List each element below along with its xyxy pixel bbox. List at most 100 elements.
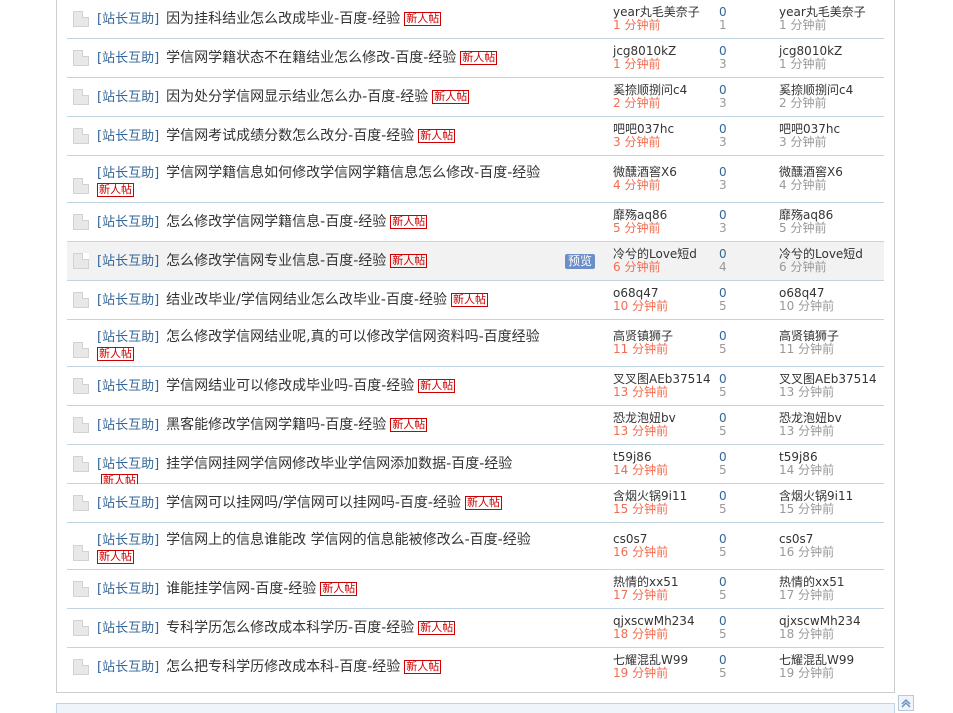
thread-row[interactable]: [站长互助] 因为挂科结业怎么改成毕业-百度-经验 新人帖 year丸毛美奈子 1 分钟…	[67, 0, 884, 39]
view-count: 5	[719, 342, 727, 356]
thread-category-link[interactable]: [站长互助]	[97, 418, 159, 433]
thread-author-cell: qjxscwMh234 18 分钟前	[613, 615, 733, 641]
thread-row[interactable]: [站长互助] 怎么修改学信网结业呢,真的可以修改学信网资料吗-百度经验 新人帖 高贤镇…	[67, 320, 884, 367]
preview-button[interactable]: 预览	[565, 254, 595, 269]
thread-title-link[interactable]: 专科学历怎么修改成本科学历-百度-经验	[166, 620, 414, 636]
pagination-bar	[56, 703, 895, 713]
last-post-time[interactable]: 13 分钟前	[779, 386, 889, 399]
thread-category-link[interactable]: [站长互助]	[97, 533, 159, 548]
thread-category-link[interactable]: [站长互助]	[97, 582, 159, 597]
thread-stats-cell: 05	[719, 533, 739, 559]
thread-row[interactable]: [站长互助] 学信网上的信息谁能改 学信网的信息能被修改么-百度-经验 新人帖 cs0…	[67, 523, 884, 570]
thread-author-cell: 冷兮的Love短d 6 分钟前	[613, 248, 733, 274]
thread-category-link[interactable]: [站长互助]	[97, 379, 159, 394]
thread-row[interactable]: [站长互助] 学信网学籍信息如何修改学信网学籍信息怎么修改-百度-经验新人帖 微醺酒…	[67, 156, 884, 203]
thread-title-link[interactable]: 因为处分学信网显示结业怎么办-百度-经验	[166, 89, 428, 105]
last-post-time[interactable]: 11 分钟前	[779, 343, 889, 356]
thread-title-link[interactable]: 谁能挂学信网-百度-经验	[166, 581, 316, 597]
post-time: 11 分钟前	[613, 342, 669, 356]
thread-category-link[interactable]: [站长互助]	[97, 254, 159, 269]
thread-category-link[interactable]: [站长互助]	[97, 621, 159, 636]
thread-title-cell: [站长互助] 黑客能修改学信网学籍吗-百度-经验 新人帖	[97, 417, 547, 434]
thread-folder-icon	[73, 417, 89, 433]
last-post-time[interactable]: 2 分钟前	[779, 97, 889, 110]
back-to-top-icon[interactable]	[898, 695, 914, 711]
thread-category-link[interactable]: [站长互助]	[97, 166, 159, 181]
thread-title-cell: [站长互助] 学信网结业可以修改成毕业吗-百度-经验 新人帖	[97, 378, 547, 395]
post-time: 5 分钟前	[613, 221, 661, 235]
last-post-time[interactable]: 10 分钟前	[779, 300, 889, 313]
view-count: 5	[719, 463, 727, 477]
last-post-time[interactable]: 13 分钟前	[779, 425, 889, 438]
thread-row[interactable]: [站长互助] 谁能挂学信网-百度-经验 新人帖 热情的xx51 17 分钟前 0 5 热情的x…	[67, 570, 884, 609]
thread-title-link[interactable]: 怎么把专科学历修改成本科-百度-经验	[166, 659, 400, 675]
last-post-time[interactable]: 1 分钟前	[779, 58, 889, 71]
thread-row[interactable]: [站长互助] 学信网可以挂网吗/学信网可以挂网吗-百度-经验 新人帖 含烟火锅9i11…	[67, 484, 884, 523]
thread-title-link[interactable]: 学信网可以挂网吗/学信网可以挂网吗-百度-经验	[166, 495, 461, 511]
thread-author-cell: 吧吧037hc 3 分钟前	[613, 123, 733, 149]
thread-folder-icon	[73, 456, 89, 472]
new-post-badge: 新人帖	[418, 379, 456, 393]
thread-author-cell: 微醺酒窖X6 4 分钟前	[613, 166, 733, 192]
last-post-time[interactable]: 5 分钟前	[779, 222, 889, 235]
thread-row[interactable]: [站长互助] 学信网结业可以修改成毕业吗-百度-经验 新人帖 叉叉图AEb37514 1…	[67, 367, 884, 406]
thread-stats-cell: 03	[719, 123, 739, 149]
thread-row[interactable]: [站长互助] 黑客能修改学信网学籍吗-百度-经验 新人帖 恐龙泡妞bv 13 分钟前 0 5…	[67, 406, 884, 445]
last-post-time[interactable]: 4 分钟前	[779, 179, 889, 192]
last-post-time[interactable]: 17 分钟前	[779, 589, 889, 602]
last-post-time[interactable]: 15 分钟前	[779, 503, 889, 516]
last-post-cell: 叉叉图AEb37514 13 分钟前	[779, 373, 889, 399]
thread-category-link[interactable]: [站长互助]	[97, 12, 159, 27]
thread-title-link[interactable]: 因为挂科结业怎么改成毕业-百度-经验	[166, 11, 400, 27]
last-post-time[interactable]: 14 分钟前	[779, 464, 889, 477]
thread-row[interactable]: [站长互助] 怎么把专科学历修改成本科-百度-经验 新人帖 七耀混乱W99 19 分钟前…	[67, 648, 884, 686]
thread-title-link[interactable]: 挂学信网挂网学信网修改毕业学信网添加数据-百度-经验	[166, 456, 512, 472]
thread-category-link[interactable]: [站长互助]	[97, 293, 159, 308]
thread-stats-cell: 05	[719, 287, 739, 313]
thread-stats-cell: 05	[719, 330, 739, 356]
thread-category-link[interactable]: [站长互助]	[97, 496, 159, 511]
last-post-time[interactable]: 1 分钟前	[779, 19, 889, 32]
last-post-time[interactable]: 19 分钟前	[779, 667, 889, 680]
thread-row[interactable]: [站长互助] 学信网学籍状态不在籍结业怎么修改-百度-经验 新人帖 jcg8010kZ…	[67, 39, 884, 78]
new-post-badge: 新人帖	[97, 183, 134, 197]
thread-title-link[interactable]: 怎么修改学信网结业呢,真的可以修改学信网资料吗-百度经验	[166, 329, 540, 345]
thread-author-cell: o68q47 10 分钟前	[613, 287, 733, 313]
thread-title-link[interactable]: 学信网考试成绩分数怎么改分-百度-经验	[166, 128, 414, 144]
thread-row[interactable]: [站长互助] 专科学历怎么修改成本科学历-百度-经验 新人帖 qjxscwMh234 1…	[67, 609, 884, 648]
thread-title-link[interactable]: 学信网学籍状态不在籍结业怎么修改-百度-经验	[166, 50, 456, 66]
thread-row[interactable]: [站长互助] 结业改毕业/学信网结业怎么改毕业-百度-经验 新人帖 o68q47 10 …	[67, 281, 884, 320]
thread-row[interactable]: [站长互助] 挂学信网挂网学信网修改毕业学信网添加数据-百度-经验新人帖 t59j8…	[67, 445, 884, 488]
thread-title-link[interactable]: 学信网结业可以修改成毕业吗-百度-经验	[166, 378, 414, 394]
thread-title-link[interactable]: 黑客能修改学信网学籍吗-百度-经验	[166, 417, 386, 433]
thread-row[interactable]: [站长互助] 学信网考试成绩分数怎么改分-百度-经验 新人帖 吧吧037hc 3 分钟前…	[67, 117, 884, 156]
post-time: 3 分钟前	[613, 135, 661, 149]
thread-title-cell: [站长互助] 学信网上的信息谁能改 学信网的信息能被修改么-百度-经验新人帖	[97, 532, 547, 565]
thread-row[interactable]: [站长互助] 因为处分学信网显示结业怎么办-百度-经验 新人帖 奚捺顺捌问c4 2 分钟…	[67, 78, 884, 117]
thread-title-link[interactable]: 学信网上的信息谁能改 学信网的信息能被修改么-百度-经验	[166, 532, 531, 548]
thread-category-link[interactable]: [站长互助]	[97, 90, 159, 105]
thread-category-link[interactable]: [站长互助]	[97, 660, 159, 675]
thread-stats-cell: 04	[719, 248, 739, 274]
thread-row[interactable]: [站长互助] 怎么修改学信网学籍信息-百度-经验 新人帖 靡殇aq86 5 分钟前 0 3 靡…	[67, 203, 884, 242]
thread-category-link[interactable]: [站长互助]	[97, 129, 159, 144]
thread-category-link[interactable]: [站长互助]	[97, 51, 159, 66]
thread-title-link[interactable]: 怎么修改学信网学籍信息-百度-经验	[166, 214, 386, 230]
last-post-time[interactable]: 16 分钟前	[779, 546, 889, 559]
thread-title-link[interactable]: 结业改毕业/学信网结业怎么改毕业-百度-经验	[166, 292, 447, 308]
last-post-time[interactable]: 3 分钟前	[779, 136, 889, 149]
thread-category-link[interactable]: [站长互助]	[97, 330, 159, 345]
thread-category-link[interactable]: [站长互助]	[97, 457, 159, 472]
thread-folder-icon	[73, 253, 89, 269]
last-post-cell: 靡殇aq86 5 分钟前	[779, 209, 889, 235]
thread-stats-cell: 03	[719, 166, 739, 192]
post-time: 16 分钟前	[613, 545, 669, 559]
last-post-time[interactable]: 6 分钟前	[779, 261, 889, 274]
new-post-badge: 新人帖	[97, 550, 134, 564]
thread-title-link[interactable]: 怎么修改学信网专业信息-百度-经验	[166, 253, 386, 269]
last-post-cell: 奚捺顺捌问c4 2 分钟前	[779, 84, 889, 110]
last-post-time[interactable]: 18 分钟前	[779, 628, 889, 641]
thread-title-link[interactable]: 学信网学籍信息如何修改学信网学籍信息怎么修改-百度-经验	[166, 165, 540, 181]
thread-row[interactable]: [站长互助] 怎么修改学信网专业信息-百度-经验 新人帖 预览 冷兮的Love短d 6 分…	[67, 242, 884, 281]
thread-category-link[interactable]: [站长互助]	[97, 215, 159, 230]
